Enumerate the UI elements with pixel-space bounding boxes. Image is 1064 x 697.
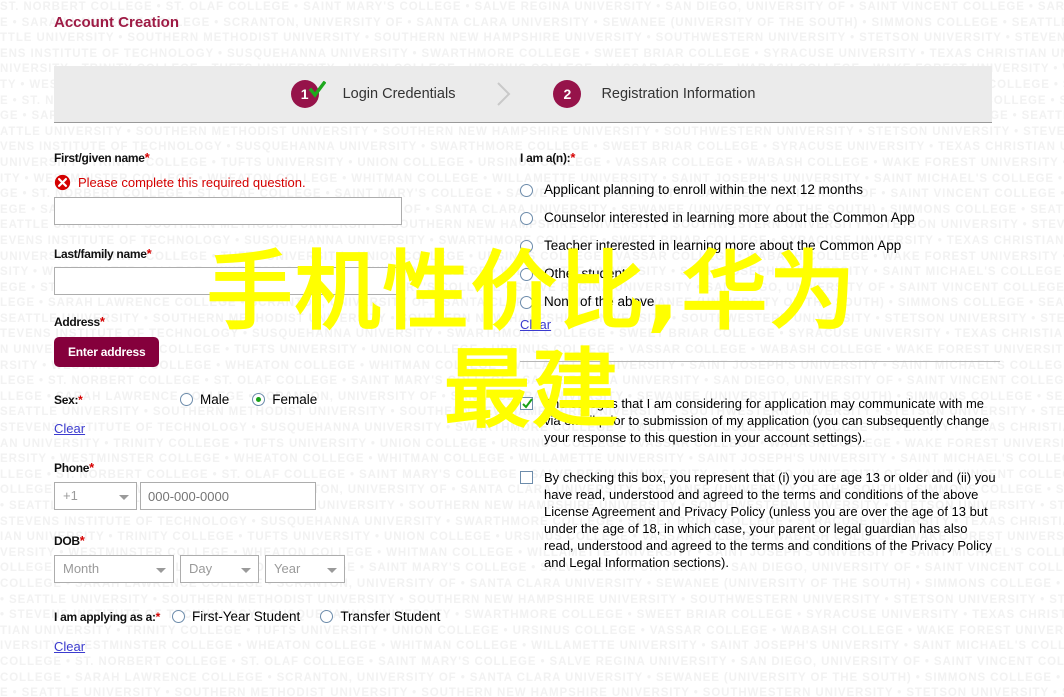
sex-option-female-label: Female <box>272 392 318 407</box>
sex-option-female[interactable]: Female <box>252 392 317 407</box>
i-am-a-option-teacher-label: Teacher interested in learning more abou… <box>544 238 902 253</box>
radio-icon <box>180 393 193 406</box>
radio-icon <box>252 393 266 406</box>
applying-as-option-transfer-label: Transfer Student <box>340 609 441 624</box>
last-name-input[interactable] <box>54 267 402 295</box>
sex-option-male[interactable]: Male <box>180 392 229 407</box>
checkbox-icon <box>520 471 533 484</box>
i-am-a-option-applicant-label: Applicant planning to enroll within the … <box>544 182 863 197</box>
radio-icon <box>520 268 533 281</box>
left-form-column: First/given name* Please complete this r… <box>54 150 474 654</box>
dob-year-value: Year <box>274 561 301 576</box>
i-am-a-option-other-student[interactable]: Other student <box>520 266 1000 281</box>
chevron-down-icon <box>241 568 251 573</box>
enter-address-button[interactable]: Enter address <box>54 337 160 367</box>
field-i-am-a: I am a(n):* Applicant planning to enroll… <box>520 150 1000 332</box>
last-name-label: Last/family name <box>54 247 147 261</box>
step-1-label: Login Credentials <box>342 86 456 102</box>
radio-icon <box>520 184 533 197</box>
step-2-label: Registration Information <box>601 86 756 102</box>
error-circle-icon <box>54 174 71 191</box>
i-am-a-option-teacher[interactable]: Teacher interested in learning more abou… <box>520 238 1000 253</box>
right-form-column: I am a(n):* Applicant planning to enroll… <box>520 150 1000 571</box>
step-registration-information[interactable]: 2 Registration Information <box>553 80 755 108</box>
i-am-a-option-none-label: None of the above <box>544 294 655 309</box>
consent-age-terms-text: By checking this box, you represent that… <box>544 470 996 570</box>
radio-icon <box>172 610 185 623</box>
dob-required-mark: * <box>79 533 85 548</box>
sex-option-male-label: Male <box>200 392 230 407</box>
dob-day-value: Day <box>189 561 213 576</box>
i-am-a-option-none[interactable]: None of the above <box>520 294 1000 309</box>
step-2-number: 2 <box>563 86 572 102</box>
radio-icon <box>520 212 533 225</box>
consent-email-communication[interactable]: The colleges that I am considering for a… <box>520 395 1000 446</box>
i-am-a-option-other-student-label: Other student <box>544 266 626 281</box>
phone-number-input[interactable] <box>140 482 316 510</box>
i-am-a-label: I am a(n): <box>520 151 571 165</box>
first-name-error: Please complete this required question. <box>54 174 474 191</box>
consent-email-communication-text: The colleges that I am considering for a… <box>544 396 990 445</box>
section-divider <box>520 361 1000 362</box>
field-sex: Sex:* Male Female Clear <box>54 392 474 436</box>
dob-day-select[interactable]: Day <box>180 555 259 583</box>
dob-month-select[interactable]: Month <box>54 555 174 583</box>
chevron-down-icon <box>156 568 166 573</box>
i-am-a-option-counselor-label: Counselor interested in learning more ab… <box>544 210 915 225</box>
step-complete-check-icon <box>308 81 326 98</box>
chevron-down-icon <box>327 568 337 573</box>
applying-as-required-mark: * <box>155 609 161 624</box>
applying-as-option-first-year-label: First-Year Student <box>192 609 301 624</box>
chevron-right-icon <box>497 82 511 106</box>
field-phone: Phone* +1 <box>54 460 474 510</box>
step-login-credentials[interactable]: 1 Login Credentials <box>290 80 456 108</box>
dob-label: DOB <box>54 534 80 548</box>
phone-country-code-select[interactable]: +1 <box>54 482 137 510</box>
dob-year-select[interactable]: Year <box>265 555 345 583</box>
field-first-name: First/given name* Please complete this r… <box>54 150 474 225</box>
i-am-a-option-counselor[interactable]: Counselor interested in learning more ab… <box>520 210 1000 225</box>
first-name-label: First/given name <box>54 151 145 165</box>
field-last-name: Last/family name* <box>54 246 474 295</box>
address-required-mark: * <box>99 314 105 329</box>
radio-icon <box>320 610 334 623</box>
first-name-error-text: Please complete this required question. <box>78 175 306 190</box>
phone-country-code-value: +1 <box>63 488 78 503</box>
consent-age-terms[interactable]: By checking this box, you represent that… <box>520 469 1000 571</box>
field-address: Address* Enter address <box>54 314 474 367</box>
applying-as-option-first-year[interactable]: First-Year Student <box>172 609 300 624</box>
progress-stepper: 1 Login Credentials 2 Registration Infor… <box>54 66 992 123</box>
sex-clear-link[interactable]: Clear <box>54 421 85 436</box>
address-label: Address <box>54 315 100 329</box>
checkbox-icon <box>520 397 533 410</box>
field-dob: DOB* Month Day Year <box>54 533 474 583</box>
sex-label: Sex: <box>54 392 79 407</box>
field-applying-as: I am applying as a:* First-Year Student … <box>54 609 474 654</box>
chevron-down-icon <box>119 495 129 500</box>
last-name-required-mark: * <box>146 246 152 261</box>
applying-as-clear-link[interactable]: Clear <box>54 639 85 654</box>
radio-icon <box>520 240 533 253</box>
dob-month-value: Month <box>63 561 100 576</box>
i-am-a-required-mark: * <box>570 150 576 165</box>
first-name-input[interactable] <box>54 197 402 225</box>
applying-as-option-transfer[interactable]: Transfer Student <box>320 609 440 624</box>
phone-label: Phone <box>54 461 90 475</box>
radio-icon <box>520 296 533 309</box>
i-am-a-option-applicant[interactable]: Applicant planning to enroll within the … <box>520 182 1000 197</box>
sex-required-mark: * <box>78 392 83 407</box>
first-name-required-mark: * <box>144 150 150 165</box>
i-am-a-clear-link[interactable]: Clear <box>520 317 551 332</box>
page-title: Account Creation <box>54 14 180 31</box>
step-2-circle: 2 <box>553 80 582 108</box>
phone-required-mark: * <box>89 460 95 475</box>
applying-as-label: I am applying as a: <box>54 609 156 624</box>
step-1-circle: 1 <box>290 80 326 108</box>
